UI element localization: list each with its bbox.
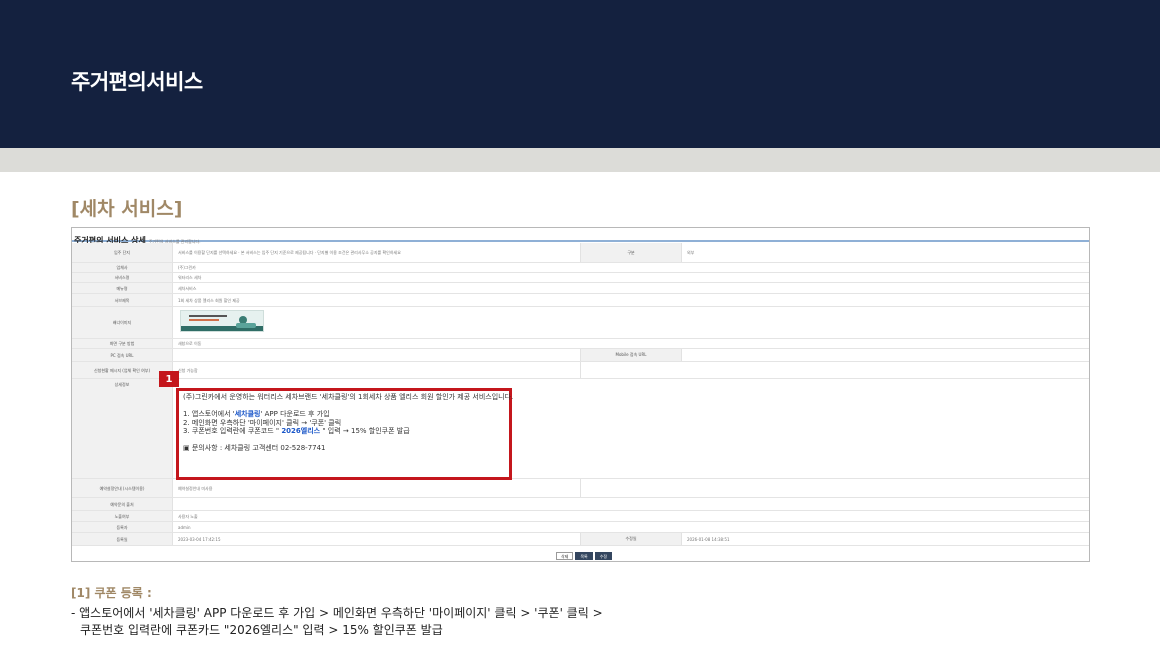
row-menu-name: 메뉴명 세차서비스 (72, 283, 1089, 294)
detail-contact: ▣ 문의사항 : 세차클링 고객센터 02-528-7741 (183, 444, 326, 452)
page-title: 주거편의서비스 (71, 70, 203, 94)
row-subtitle: 서브제목 1회 세차 상품 엘리스 회원 할인 제공 (72, 294, 1089, 307)
row-label: 서비스명 (72, 273, 173, 282)
row-label: PC 접속 URL (72, 349, 173, 361)
row-label: 신청현황 메시지 (업체 확인 여부) (72, 362, 173, 378)
row-exposure: 노출여부 사용자 노출 (72, 511, 1089, 522)
row-label: 서브제목 (72, 294, 173, 306)
action-buttons: 삭제 목록 수정 (556, 552, 613, 560)
detail-intro: (주)그린카에서 운영하는 워터리스 세차브랜드 '세차클링'의 1회세차 상품… (183, 393, 514, 401)
edit-button[interactable]: 수정 (594, 552, 613, 560)
callout-marker: 1 (159, 371, 179, 387)
divider-band (0, 148, 1160, 172)
delete-button[interactable]: 삭제 (556, 552, 574, 560)
coupon-code: 2026엘리스 (281, 427, 321, 435)
row-label: 예약문의 출처 (72, 498, 173, 510)
row-service-name: 서비스명 워터리스 세차 (72, 273, 1089, 283)
row-label: 노출여부 (72, 511, 173, 521)
row-value: 서비스를 이용할 단지를 선택하세요 · 본 서비스는 입주 단지 기준으로 제… (178, 250, 401, 255)
row-label: 예약설정안내 (시스템이용) (72, 479, 173, 497)
banner-thumbnail (180, 310, 264, 332)
note-line-1: - 앱스토어에서 '세차클링' APP 다운로드 후 가입 > 메인화면 우측하… (71, 606, 603, 620)
row-label: 입주 단지 (72, 243, 173, 262)
row-value: 새창으로 이동 (178, 341, 202, 346)
row-dates: 등록일 2023-03-04 17:42:15 수정일 2026-01-08 1… (72, 533, 1089, 546)
row-apply-status: 신청현황 메시지 (업체 확인 여부) 신청 가능함 (72, 362, 1089, 379)
row-label: 등록자 (72, 522, 173, 532)
row-label-2: 수정일 (580, 533, 682, 545)
row-inquiry: 예약문의 출처 (72, 498, 1089, 511)
row-value: 1회 세차 상품 엘리스 회원 할인 제공 (178, 297, 240, 303)
row-value: 세차서비스 (178, 285, 197, 291)
row-label-2: 구분 (580, 243, 682, 262)
detail-step-3: 3. 쿠폰번호 입력란에 쿠폰코드 " 2026엘리스 " 입력 → 15% 할… (183, 427, 410, 435)
row-registrant: 등록자 admin (72, 522, 1089, 533)
screenshot-header: 주거편의 서비스 상세 주거편의 서비스를 관리합니다. (72, 228, 1089, 245)
note-title: [1] 쿠폰 등록 : (71, 586, 152, 600)
row-label: 등록일 (72, 533, 173, 545)
section-title: [세차 서비스] (71, 198, 183, 220)
row-value-2: 외부 (687, 249, 695, 255)
row-banner-image: 배너이미지 (72, 307, 1089, 339)
header-banner: 주거편의서비스 (0, 0, 1160, 148)
row-value: (주)그린카 (178, 265, 196, 270)
highlighted-detail-box: (주)그린카에서 운영하는 워터리스 세차브랜드 '세차클링'의 1회세차 상품… (176, 388, 514, 480)
detail-step-2: 2. 메인화면 우측하단 '마이페이지' 클릭 → '쿠폰' 클릭 (183, 418, 342, 427)
row-urls: PC 접속 URL Mobile 접속 URL (72, 349, 1089, 362)
app-name: 세차클링 (234, 410, 261, 418)
row-label: 배너이미지 (72, 307, 173, 338)
row-value-2: 2026-01-08 14:38:51 (687, 536, 730, 542)
row-reservation: 예약설정안내 (시스템이용) 예약설정안내 미사용 (72, 479, 1089, 498)
row-label: 메뉴명 (72, 283, 173, 293)
row-value: 2023-03-04 17:42:15 (178, 536, 221, 542)
row-display-method: 화면 구분 방법 새창으로 이동 (72, 339, 1089, 349)
row-label: 상세정보 (72, 379, 173, 478)
row-company: 업체사 (주)그린카 (72, 263, 1089, 273)
row-complex: 입주 단지 서비스를 이용할 단지를 선택하세요 · 본 서비스는 입주 단지 … (72, 243, 1089, 263)
detail-step-1: 1. 앱스토어에서 '세차클링' APP 다운로드 후 가입 (183, 410, 330, 418)
row-value: 워터리스 세차 (178, 275, 202, 280)
row-value: admin (178, 524, 191, 530)
row-label-2: Mobile 접속 URL (580, 349, 682, 361)
row-label: 화면 구분 방법 (72, 339, 173, 348)
row-value: 신청 가능함 (178, 367, 198, 373)
note-line-2: 쿠폰번호 입력란에 쿠폰카드 "2026엘리스" 입력 > 15% 할인쿠폰 발… (80, 623, 443, 637)
row-label: 업체사 (72, 263, 173, 272)
list-button[interactable]: 목록 (575, 552, 593, 560)
row-value: 예약설정안내 미사용 (178, 485, 213, 491)
row-value: 사용자 노출 (178, 513, 198, 519)
